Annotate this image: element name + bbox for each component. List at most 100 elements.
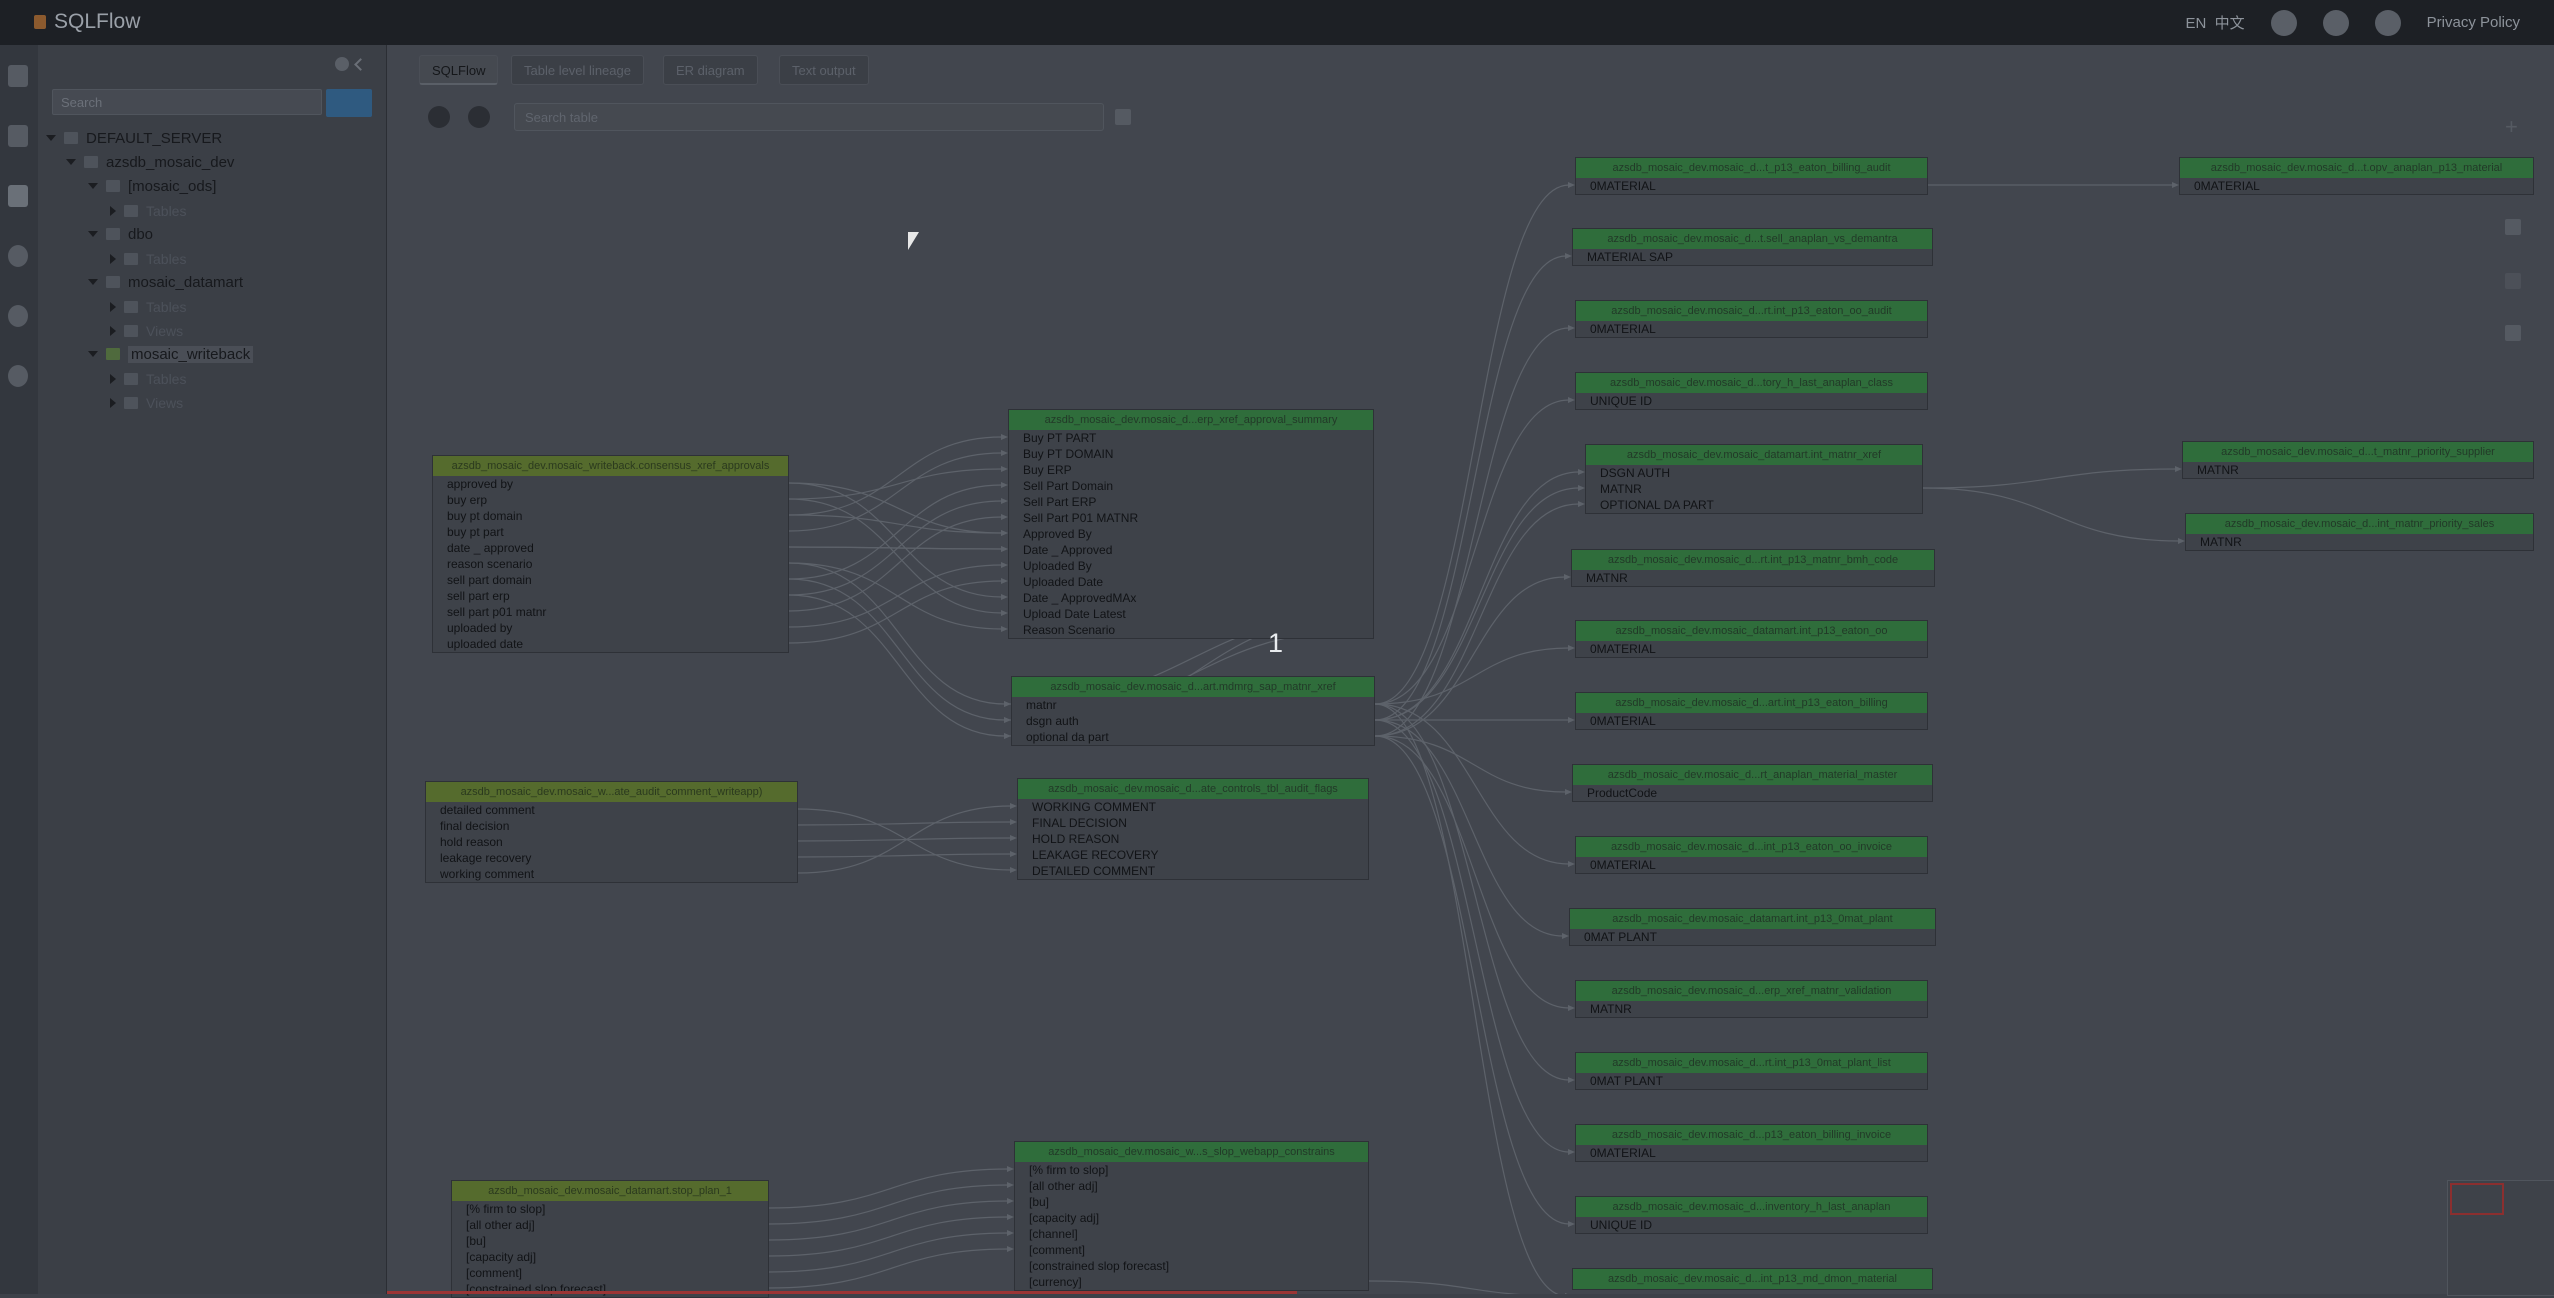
lineage-column[interactable]: working comment [426,866,797,882]
lineage-table-title[interactable]: azsdb_mosaic_dev.mosaic_d...rt.int_p13_m… [1572,550,1934,570]
lang-en[interactable]: EN [2185,15,2206,32]
tree-schema[interactable]: mosaic_datamart [88,272,243,294]
lineage-table-r10[interactable]: azsdb_mosaic_dev.mosaic_d...int_p13_eato… [1575,836,1928,874]
expand-icon[interactable] [110,398,116,408]
lineage-table-title[interactable]: azsdb_mosaic_dev.mosaic_datamart.int_p13… [1576,621,1927,641]
lineage-column[interactable]: Date _ ApprovedMAx [1009,590,1373,606]
lineage-column[interactable]: [all other adj] [1015,1178,1368,1194]
lineage-column[interactable]: Approved By [1009,526,1373,542]
lineage-column[interactable]: Upload Date Latest [1009,606,1373,622]
lineage-column[interactable]: DSGN AUTH [1586,465,1922,481]
lineage-table-r15[interactable]: azsdb_mosaic_dev.mosaic_d...inventory_h_… [1575,1196,1928,1234]
lineage-column[interactable]: sell part domain [433,572,788,588]
lineage-column[interactable]: WORKING COMMENT [1018,799,1368,815]
lineage-table-r12[interactable]: azsdb_mosaic_dev.mosaic_d...erp_xref_mat… [1575,980,1928,1018]
lineage-column[interactable]: uploaded date [433,636,788,652]
expand-icon[interactable] [88,279,98,285]
tree-schema[interactable]: dbo [88,224,153,246]
expand-icon[interactable] [46,135,56,141]
lineage-table-title[interactable]: azsdb_mosaic_dev.mosaic_d...inventory_h_… [1576,1197,1927,1217]
tree-schema[interactable]: [mosaic_ods] [88,176,216,198]
lineage-table-r14[interactable]: azsdb_mosaic_dev.mosaic_d...p13_eaton_bi… [1575,1124,1928,1162]
lineage-column[interactable]: [currency] [1015,1274,1368,1290]
diagram-minimap[interactable] [2447,1180,2554,1296]
lineage-column[interactable]: Reason Scenario [1009,622,1373,638]
lineage-column[interactable]: approved by [433,476,788,492]
lineage-table-title[interactable]: azsdb_mosaic_dev.mosaic_d...t.opv_anapla… [2180,158,2533,178]
lineage-table-r1[interactable]: azsdb_mosaic_dev.mosaic_d...t_p13_eaton_… [1575,157,1928,195]
lineage-column[interactable]: [capacity adj] [1015,1210,1368,1226]
lineage-table-f1[interactable]: azsdb_mosaic_dev.mosaic_d...t.opv_anapla… [2179,157,2534,195]
lineage-table-f2[interactable]: azsdb_mosaic_dev.mosaic_d...t_matnr_prio… [2182,441,2534,479]
lineage-table-r4[interactable]: azsdb_mosaic_dev.mosaic_d...tory_h_last_… [1575,372,1928,410]
lineage-column[interactable]: [bu] [1015,1194,1368,1210]
twitter-icon[interactable] [2322,9,2349,36]
lineage-table-s1[interactable]: azsdb_mosaic_dev.mosaic_writeback.consen… [432,455,789,653]
lineage-table-title[interactable]: azsdb_mosaic_dev.mosaic_d...t_p13_eaton_… [1576,158,1927,178]
lineage-table-r13[interactable]: azsdb_mosaic_dev.mosaic_d...rt.int_p13_0… [1575,1052,1928,1090]
lineage-column[interactable]: Date _ Approved [1009,542,1373,558]
lineage-column[interactable]: OPTIONAL DA PART [1586,497,1922,513]
lineage-column[interactable]: 0MATERIAL [1576,857,1927,873]
lineage-column[interactable]: 0MATERIAL [1576,641,1927,657]
lineage-column[interactable]: MATERIAL SAP [1573,249,1932,265]
lineage-column[interactable]: buy pt part [433,524,788,540]
language-switch[interactable]: EN 中文 [2185,12,2244,33]
lineage-table-title[interactable]: azsdb_mosaic_dev.mosaic_d...int_p13_md_d… [1573,1269,1932,1289]
lineage-column[interactable]: [capacity adj] [452,1249,768,1265]
tree-search-button[interactable] [326,89,372,117]
tree-server[interactable]: DEFAULT_SERVER [46,128,222,150]
lineage-column[interactable]: [comment] [452,1265,768,1281]
lineage-column[interactable]: Sell Part P01 MATNR [1009,510,1373,526]
lineage-column[interactable]: uploaded by [433,620,788,636]
expand-icon[interactable] [110,254,116,264]
tree-folder[interactable]: Tables [110,200,186,222]
lineage-column[interactable]: Uploaded By [1009,558,1373,574]
lineage-column[interactable]: HOLD REASON [1018,831,1368,847]
tree-folder[interactable]: Tables [110,248,186,270]
lineage-column[interactable]: buy erp [433,492,788,508]
lineage-column[interactable]: [constrained slop forecast] [452,1281,768,1297]
info-icon[interactable] [8,365,28,387]
expand-icon[interactable] [110,302,116,312]
lineage-column[interactable]: Sell Part ERP [1009,494,1373,510]
lineage-column[interactable]: matnr [1012,697,1374,713]
lineage-column[interactable]: sell part erp [433,588,788,604]
lineage-column[interactable]: 0MATERIAL [1576,1145,1927,1161]
lineage-table-title[interactable]: azsdb_mosaic_dev.mosaic_d...ate_controls… [1018,779,1368,799]
lineage-table-title[interactable]: azsdb_mosaic_dev.mosaic_w...ate_audit_co… [426,782,797,802]
lineage-table-r2[interactable]: azsdb_mosaic_dev.mosaic_d...t.sell_anapl… [1572,228,1933,266]
lineage-column[interactable]: MATNR [1572,570,1934,586]
expand-icon[interactable] [110,326,116,336]
lineage-table-m3[interactable]: azsdb_mosaic_dev.mosaic_d...ate_controls… [1017,778,1369,880]
lineage-column[interactable]: [% firm to slop] [452,1201,768,1217]
lineage-column[interactable]: sell part p01 matnr [433,604,788,620]
expand-icon[interactable] [110,206,116,216]
tree-schema[interactable]: mosaic_writeback [88,344,254,366]
lineage-table-title[interactable]: azsdb_mosaic_dev.mosaic_d...rt_anaplan_m… [1573,765,1932,785]
lineage-table-title[interactable]: azsdb_mosaic_dev.mosaic_d...int_matnr_pr… [2186,514,2533,534]
lineage-column[interactable]: [bu] [452,1233,768,1249]
lineage-table-title[interactable]: azsdb_mosaic_dev.mosaic_d...rt.int_p13_0… [1576,1053,1927,1073]
lineage-table-title[interactable]: azsdb_mosaic_dev.mosaic_d...t_matnr_prio… [2183,442,2533,462]
lineage-table-title[interactable]: azsdb_mosaic_dev.mosaic_writeback.consen… [433,456,788,476]
lineage-column[interactable]: detailed comment [426,802,797,818]
lineage-column[interactable]: [all other adj] [452,1217,768,1233]
lineage-table-title[interactable]: azsdb_mosaic_dev.mosaic_d...t.sell_anapl… [1573,229,1932,249]
lineage-table-r5[interactable]: azsdb_mosaic_dev.mosaic_datamart.int_mat… [1585,444,1923,514]
history-icon[interactable] [8,245,28,267]
tree-folder[interactable]: Tables [110,296,186,318]
lineage-table-title[interactable]: azsdb_mosaic_dev.mosaic_datamart.int_p13… [1570,909,1935,929]
expand-icon[interactable] [110,374,116,384]
lineage-table-title[interactable]: azsdb_mosaic_dev.mosaic_d...p13_eaton_bi… [1576,1125,1927,1145]
lineage-column[interactable]: MATNR [1576,1001,1927,1017]
lineage-table-r11[interactable]: azsdb_mosaic_dev.mosaic_datamart.int_p13… [1569,908,1936,946]
database-icon[interactable] [8,185,28,207]
lineage-column[interactable]: Uploaded Date [1009,574,1373,590]
lineage-table-title[interactable]: azsdb_mosaic_dev.mosaic_datamart.stop_pl… [452,1181,768,1201]
lineage-column[interactable]: UNIQUE ID [1576,1217,1927,1233]
lineage-table-title[interactable]: azsdb_mosaic_dev.mosaic_d...tory_h_last_… [1576,373,1927,393]
app-logo[interactable]: SQLFlow [34,10,140,34]
lineage-table-r8[interactable]: azsdb_mosaic_dev.mosaic_d...art.int_p13_… [1575,692,1928,730]
lineage-table-title[interactable]: azsdb_mosaic_dev.mosaic_d...rt.int_p13_e… [1576,301,1927,321]
